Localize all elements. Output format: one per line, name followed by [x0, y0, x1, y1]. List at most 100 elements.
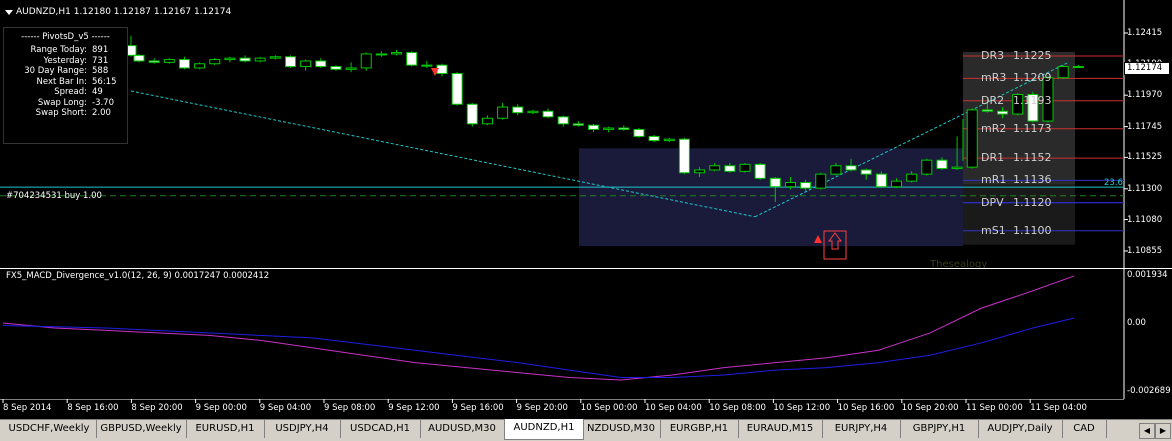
info-row-value: 49 [92, 87, 103, 97]
pivot-value-dpv: 1.1120 [1013, 195, 1052, 209]
bear-candle [178, 59, 190, 69]
pivot-value-dr2: 1.1193 [1013, 93, 1052, 107]
info-row-label: Swap Short: [35, 108, 87, 118]
bear-candle [133, 54, 145, 62]
price-axis-label: 1.11525 [1127, 152, 1163, 163]
info-row: Next Bar In: 56:15 [4, 77, 127, 87]
price-axis-label: 1.11300 [1127, 183, 1163, 194]
bull-candle [481, 117, 493, 125]
tab-audnzd-h1[interactable]: AUDNZD,H1 [504, 419, 584, 440]
bull-candle [224, 57, 236, 61]
tab-usdchf-weekly[interactable]: USDCHF,Weekly [2, 420, 97, 438]
bear-candle [769, 177, 781, 188]
time-axis-label: 9 Sep 16:00 [452, 403, 504, 413]
bear-candle [754, 163, 766, 179]
bull-candle [269, 56, 281, 59]
pivot-value-dr1: 1.1152 [1013, 151, 1052, 165]
tab-scroll-right-button[interactable]: ▶ [1155, 423, 1171, 439]
macd-scale-bottom: -0.002689 [1127, 386, 1171, 396]
trade-line-label[interactable]: #704234531 buy 1.00 [6, 191, 102, 202]
macd-signal-line [2, 317, 1075, 379]
tab-eurgbp-h1[interactable]: EURGBP,H1 [660, 420, 739, 438]
info-row: Swap Short: 2.00 [4, 108, 127, 118]
bull-candle [815, 173, 827, 189]
macd-indicator-chart[interactable] [0, 268, 1172, 399]
info-row: 30 Day Range: 588 [4, 66, 127, 76]
bear-candle [1072, 66, 1084, 69]
bear-candle [315, 60, 327, 68]
tab-euraud-m15[interactable]: EURAUD,M15 [738, 420, 823, 438]
bull-candle [951, 166, 963, 170]
bull-candle [209, 59, 221, 65]
bull-candle [300, 60, 312, 68]
tab-eurjpy-h4[interactable]: EURJPY,H4 [822, 420, 901, 438]
time-axis-label: 10 Sep 04:00 [645, 403, 702, 413]
bear-candle [724, 165, 736, 172]
time-axis-label: 9 Sep 20:00 [516, 403, 568, 413]
bull-candle [921, 159, 933, 175]
price-axis-label: 1.12415 [1127, 28, 1163, 38]
bear-candle [648, 135, 660, 142]
bear-candle [588, 124, 599, 130]
pivot-value-mr1: 1.1136 [1013, 173, 1052, 187]
tab-audusd-m30[interactable]: AUDUSD,M30 [420, 420, 505, 438]
bull-candle [1057, 66, 1069, 79]
bear-candle [148, 60, 160, 63]
info-row-label: Next Bar In: [36, 76, 88, 87]
bear-candle [451, 73, 463, 105]
pivot-label-dpv: DPV [981, 195, 1004, 209]
bull-candle [254, 57, 266, 62]
indicator-header: FX5_MACD_Divergence_v1.0(12, 26, 9) 0.00… [6, 271, 270, 281]
info-panel-title: ------ PivotsD_v5 ------ [21, 32, 110, 42]
pivot-label-dr1: DR1 [981, 151, 1005, 165]
tab-cad[interactable]: CAD [1062, 420, 1107, 438]
info-row: Range Today: 891 [4, 45, 127, 55]
info-row: Swap Long: -3.70 [4, 98, 127, 108]
current-price-tag: 1.12174 [1124, 62, 1170, 75]
bear-candle [239, 57, 251, 62]
chart-header: AUDNZD,H1 1.12180 1.12187 1.12167 1.1217… [16, 7, 232, 17]
time-axis-label: 10 Sep 08:00 [709, 403, 766, 413]
info-row-value: 2.00 [92, 108, 111, 118]
tab-nzdusd-m30[interactable]: NZDUSD,M30 [582, 420, 661, 438]
bear-candle [542, 110, 554, 118]
tab-usdcad-h1[interactable]: USDCAD,H1 [340, 420, 421, 438]
bull-candle [694, 169, 706, 174]
pivot-label-mr1: mR1 [981, 173, 1007, 187]
info-row-label: Swap Long: [37, 97, 87, 108]
bull-candle [194, 63, 206, 69]
pivot-label-dr2: DR2 [981, 93, 1005, 107]
tab-scroll-left-button[interactable]: ◀ [1139, 423, 1155, 439]
bear-candle [875, 173, 887, 188]
bear-candle [436, 64, 448, 75]
info-row-value: 588 [92, 66, 109, 76]
tab-audjpy-daily[interactable]: AUDJPY,Daily [978, 420, 1063, 438]
current-price-value: 1.12174 [1127, 63, 1163, 73]
time-axis-label: 10 Sep 00:00 [580, 403, 638, 413]
bull-candle [709, 165, 721, 171]
time-axis-label: 9 Sep 00:00 [195, 403, 247, 413]
pivot-value-mr3: 1.1209 [1013, 71, 1052, 85]
tab-usdjpy-h4[interactable]: USDJPY,H4 [264, 420, 341, 438]
info-row: Spread: 49 [4, 87, 127, 97]
bull-candle [375, 53, 387, 56]
tab-gbpusd-weekly[interactable]: GBPUSD,Weekly [96, 420, 187, 438]
time-axis-label: 11 Sep 04:00 [1030, 403, 1087, 413]
chart-menu-triangle-icon[interactable] [5, 10, 13, 15]
bear-candle [285, 56, 296, 68]
bull-candle [345, 67, 357, 70]
chart-window[interactable]: AUDNZD,H1 1.12180 1.12187 1.12167 1.1217… [0, 0, 1172, 419]
yesterday-range-box [579, 148, 963, 247]
tab-eurusd-h1[interactable]: EURUSD,H1 [186, 420, 265, 438]
time-axis-label: 10 Sep 12:00 [773, 403, 831, 413]
price-axis-label: 1.11080 [1127, 214, 1163, 225]
pivot-label-ms1: mS1 [981, 223, 1006, 237]
bull-candle [830, 165, 842, 175]
tab-gbpjpy-h1[interactable]: GBPJPY,H1 [900, 420, 979, 438]
bull-candle [784, 182, 796, 188]
bull-candle [527, 110, 539, 114]
info-row-value: -3.70 [92, 97, 114, 108]
fib-level-label: 23.6 [1104, 178, 1123, 188]
info-row-label: Yesterday: [43, 55, 87, 66]
chart-tab-bar: USDCHF,Weekly GBPUSD,Weekly EURUSD,H1 USDJP… [0, 419, 1172, 441]
